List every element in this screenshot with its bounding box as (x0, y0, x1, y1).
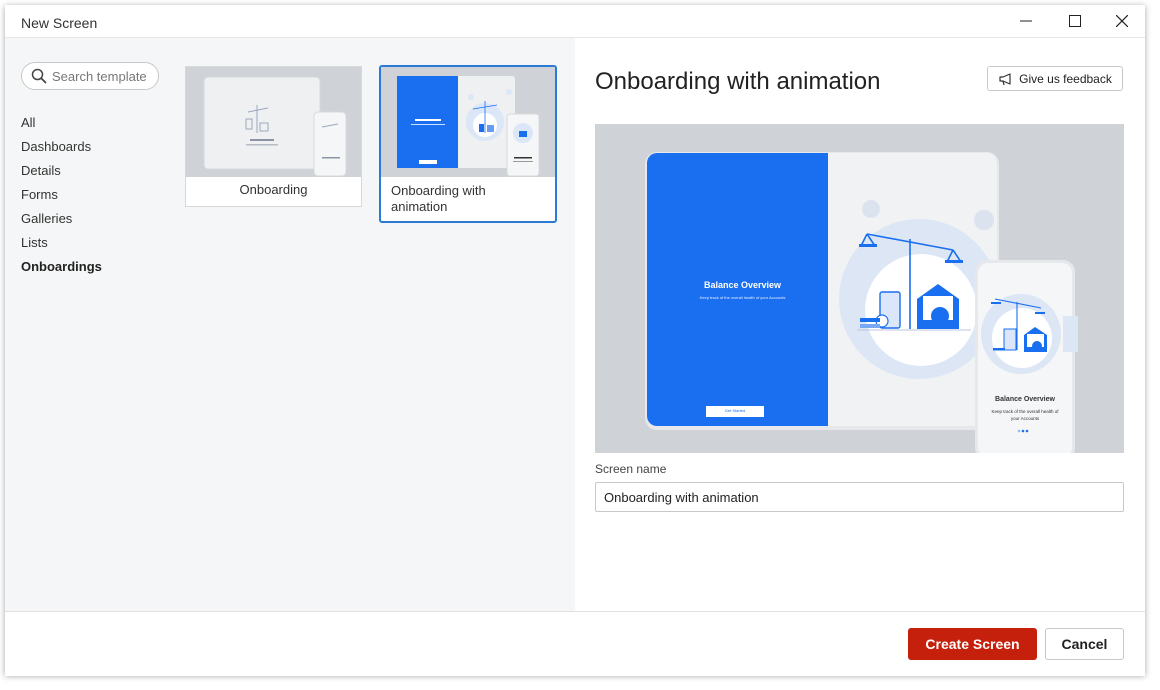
category-forms[interactable]: Forms (21, 183, 102, 207)
minimize-icon (1020, 20, 1032, 22)
template-card-label: Onboarding with animation (391, 183, 486, 214)
megaphone-icon (998, 72, 1014, 86)
template-browser: All Dashboards Details Forms Galleries L… (5, 38, 575, 611)
title-bar: New Screen (5, 5, 1145, 38)
screen-name-label: Screen name (595, 462, 667, 476)
template-card-label: Onboarding (239, 182, 308, 197)
template-thumbnail (381, 67, 555, 177)
category-lists[interactable]: Lists (21, 231, 102, 255)
category-galleries[interactable]: Galleries (21, 207, 102, 231)
close-button[interactable] (1099, 5, 1145, 37)
close-icon (1116, 15, 1128, 27)
preview-title: Onboarding with animation (595, 68, 881, 95)
screen-name-input[interactable] (595, 482, 1124, 512)
category-details[interactable]: Details (21, 159, 102, 183)
cancel-button[interactable]: Cancel (1045, 628, 1124, 660)
template-card-onboarding-with-animation[interactable]: Onboarding with animation (379, 65, 557, 223)
category-dashboards[interactable]: Dashboards (21, 135, 102, 159)
template-preview-pane: Onboarding with animation Give us feedba… (575, 38, 1145, 611)
phone-heading: Balance Overview (995, 396, 1055, 403)
category-onboardings[interactable]: Onboardings (21, 255, 102, 279)
maximize-icon (1069, 15, 1081, 27)
maximize-button[interactable] (1052, 5, 1098, 37)
give-feedback-button[interactable]: Give us feedback (987, 66, 1123, 91)
search-box[interactable] (21, 62, 159, 90)
tablet-get-started: Get Started (724, 408, 746, 413)
dialog-footer: Create Screen Cancel (5, 611, 1145, 676)
new-screen-dialog: New Screen All Dashboards Details Forms … (5, 5, 1145, 676)
search-input[interactable] (52, 68, 152, 84)
template-card-onboarding[interactable]: Onboarding (185, 66, 362, 207)
tablet-heading: Balance Overview (703, 280, 782, 290)
search-icon (31, 68, 47, 84)
template-thumbnail (186, 67, 361, 177)
template-preview-image: Balance Overview Keep track of the overa… (595, 124, 1124, 453)
tablet-subtext: Keep track of the overall health of your… (699, 295, 786, 300)
create-screen-button[interactable]: Create Screen (908, 628, 1037, 660)
category-all[interactable]: All (21, 111, 102, 135)
give-feedback-label: Give us feedback (1019, 71, 1112, 86)
minimize-button[interactable] (1003, 5, 1049, 37)
window-title: New Screen (21, 15, 98, 31)
category-list: All Dashboards Details Forms Galleries L… (21, 111, 102, 279)
phone-subtext: Keep track of the overall health of your… (991, 409, 1059, 421)
